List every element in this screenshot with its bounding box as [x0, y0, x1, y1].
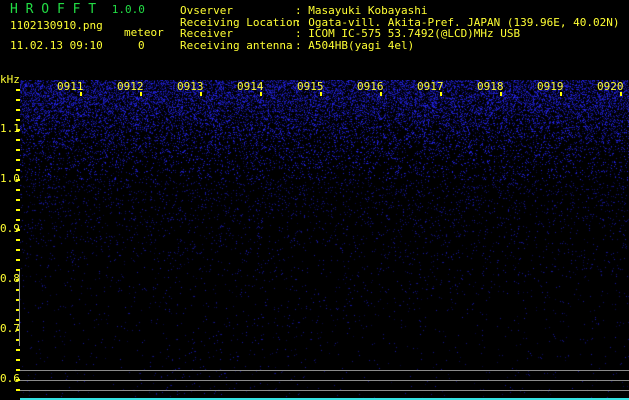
y-tick: [16, 99, 20, 101]
x-tick: [620, 92, 622, 96]
y-label: 0.9: [0, 222, 20, 235]
y-tick: [16, 209, 20, 211]
y-tick: [16, 89, 20, 91]
y-tick: [16, 139, 20, 141]
y-label: 1.0: [0, 172, 20, 185]
file-datetime: 11.02.13 09:10: [10, 39, 103, 52]
app-name: H R O F F T: [10, 2, 97, 17]
y-tick: [16, 189, 20, 191]
spectrogram: [20, 80, 629, 400]
app-logo: H R O F F T 1.0.0: [10, 2, 145, 17]
reference-line: [20, 380, 629, 381]
y-label: 0.7: [0, 322, 20, 335]
x-tick: [320, 92, 322, 96]
app-version: 1.0.0: [111, 3, 145, 16]
y-tick: [16, 109, 20, 111]
y-label: 0.8: [0, 272, 20, 285]
reference-line: [20, 390, 629, 391]
meteor-count: 0: [138, 39, 145, 52]
y-tick: [16, 199, 20, 201]
x-tick: [80, 92, 82, 96]
x-tick: [440, 92, 442, 96]
file-name: 1102130910.png: [10, 19, 103, 32]
x-tick: [560, 92, 562, 96]
reference-line: [20, 370, 629, 371]
y-tick: [16, 259, 20, 261]
x-tick: [380, 92, 382, 96]
y-tick: [16, 249, 20, 251]
y-tick: [16, 149, 20, 151]
y-label: 0.6: [0, 372, 20, 385]
marker-bar: [19, 271, 20, 346]
x-tick: [200, 92, 202, 96]
x-tick: [500, 92, 502, 96]
y-tick: [16, 119, 20, 121]
x-tick: [140, 92, 142, 96]
y-tick: [16, 359, 20, 361]
y-tick: [16, 219, 20, 221]
info-value: : A504HB(yagi 4el): [295, 39, 415, 53]
y-label: 1.1: [0, 122, 20, 135]
x-tick: [260, 92, 262, 96]
y-tick: [16, 239, 20, 241]
y-unit: kHz: [0, 73, 20, 86]
meteor-label: meteor: [124, 26, 164, 39]
y-tick: [16, 169, 20, 171]
info-label: Receiving antenna: [180, 39, 293, 53]
y-tick: [16, 349, 20, 351]
y-tick: [16, 159, 20, 161]
